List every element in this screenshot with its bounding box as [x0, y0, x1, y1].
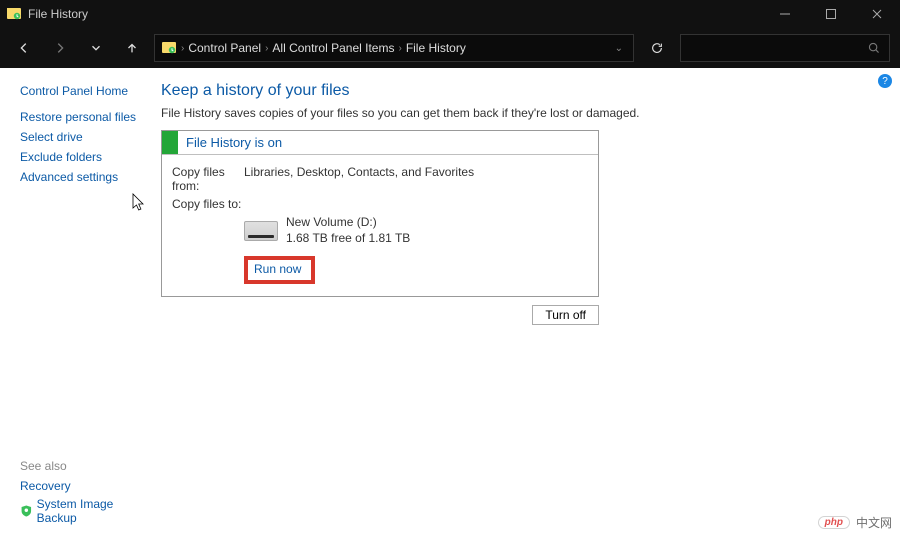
drive-free: 1.68 TB free of 1.81 TB [286, 231, 410, 247]
run-now-link[interactable]: Run now [254, 262, 301, 276]
page-title: Keep a history of your files [161, 82, 886, 100]
see-also-label: See also [20, 459, 145, 473]
status-title: File History is on [178, 131, 598, 154]
control-panel-home-link[interactable]: Control Panel Home [20, 84, 145, 98]
search-icon [867, 41, 881, 55]
copy-from-value: Libraries, Desktop, Contacts, and Favori… [244, 165, 588, 193]
drive-icon [244, 221, 278, 241]
status-panel: File History is on Copy files from: Libr… [161, 130, 599, 297]
content-area: Control Panel Home Restore personal file… [0, 68, 900, 539]
sidebar-link-exclude[interactable]: Exclude folders [20, 150, 145, 164]
breadcrumb-item[interactable]: Control Panel [188, 41, 261, 55]
minimize-button[interactable] [762, 0, 808, 28]
run-now-highlight: Run now [244, 256, 315, 284]
refresh-button[interactable] [642, 34, 672, 62]
watermark-text: 中文网 [856, 514, 892, 531]
sidebar-link-restore[interactable]: Restore personal files [20, 110, 145, 124]
turn-off-button[interactable]: Turn off [532, 305, 599, 325]
recovery-label: Recovery [20, 479, 71, 493]
back-button[interactable] [10, 34, 38, 62]
recent-dropdown[interactable] [82, 34, 110, 62]
navbar: › Control Panel › All Control Panel Item… [0, 28, 900, 68]
chevron-right-icon: › [181, 43, 184, 54]
titlebar: File History [0, 0, 900, 28]
forward-button[interactable] [46, 34, 74, 62]
up-button[interactable] [118, 34, 146, 62]
close-button[interactable] [854, 0, 900, 28]
sidebar-link-advanced[interactable]: Advanced settings [20, 170, 145, 184]
file-history-icon [161, 40, 177, 56]
breadcrumb[interactable]: › Control Panel › All Control Panel Item… [154, 34, 634, 62]
search-input[interactable] [680, 34, 890, 62]
file-history-icon [6, 6, 22, 22]
watermark: php 中文网 [818, 514, 892, 531]
status-swatch [162, 131, 178, 154]
shield-icon [20, 504, 33, 518]
recovery-link[interactable]: Recovery [20, 479, 145, 493]
system-image-backup-link[interactable]: System Image Backup [20, 497, 145, 525]
main-panel: ? Keep a history of your files File Hist… [155, 68, 900, 539]
watermark-brand: php [825, 517, 843, 528]
copy-to-label: Copy files to: [172, 197, 244, 211]
chevron-down-icon[interactable]: ⌄ [615, 43, 627, 54]
breadcrumb-item: File History [406, 41, 466, 55]
copy-from-label: Copy files from: [172, 165, 244, 193]
system-image-backup-label: System Image Backup [37, 497, 145, 525]
help-icon[interactable]: ? [878, 74, 892, 88]
sidebar: Control Panel Home Restore personal file… [0, 68, 155, 539]
maximize-button[interactable] [808, 0, 854, 28]
page-subtext: File History saves copies of your files … [161, 106, 886, 120]
chevron-right-icon: › [398, 43, 401, 54]
breadcrumb-item[interactable]: All Control Panel Items [272, 41, 394, 55]
drive-name: New Volume (D:) [286, 215, 410, 231]
window-title: File History [28, 7, 88, 21]
chevron-right-icon: › [265, 43, 268, 54]
sidebar-link-select-drive[interactable]: Select drive [20, 130, 145, 144]
